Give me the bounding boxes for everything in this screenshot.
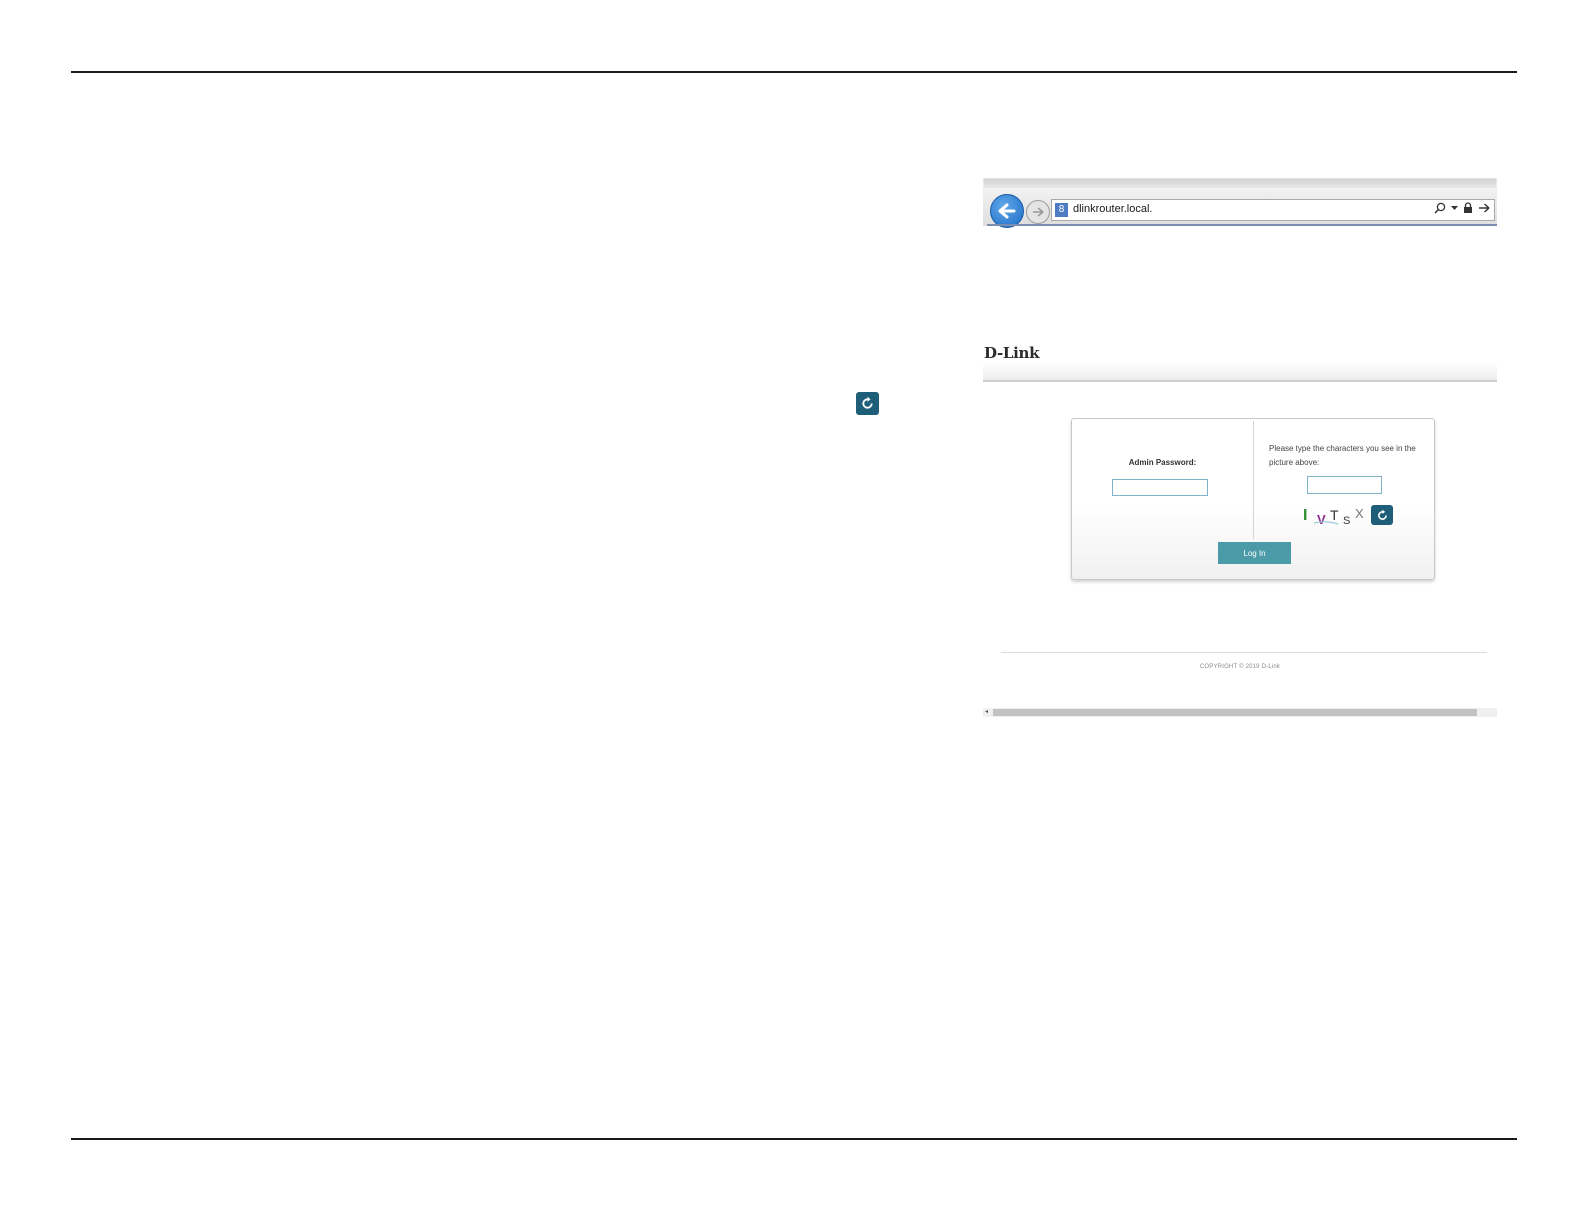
header-band bbox=[983, 362, 1497, 382]
bottom-rule bbox=[71, 1138, 1517, 1140]
dlink-logo: D-Link bbox=[984, 344, 1040, 362]
captcha-input[interactable] bbox=[1307, 476, 1382, 494]
captcha-char: S bbox=[1343, 515, 1350, 527]
captcha-prompt: Please type the characters you see in th… bbox=[1269, 444, 1416, 467]
captcha-refresh-button[interactable] bbox=[1371, 505, 1393, 525]
horizontal-scrollbar[interactable]: ◂ bbox=[983, 708, 1497, 717]
favicon-icon: 8 bbox=[1055, 203, 1068, 217]
login-panel: Admin Password: Please type the characte… bbox=[1071, 418, 1435, 580]
footer-divider bbox=[1001, 652, 1487, 653]
dlink-login-screenshot: D-Link Admin Password: Please type the c… bbox=[983, 340, 1497, 720]
toolbar-bottom-line bbox=[987, 224, 1497, 226]
captcha-char: T bbox=[1330, 507, 1339, 523]
address-bar-icons bbox=[1434, 202, 1490, 214]
back-arrow-icon bbox=[998, 203, 1016, 219]
lock-icon[interactable] bbox=[1463, 202, 1473, 214]
manual-page: 8 dlinkrouter.local. D-Link Admin Passwo… bbox=[0, 0, 1584, 1224]
admin-password-label: Admin Password: bbox=[1128, 458, 1197, 467]
scrollbar-thumb[interactable] bbox=[993, 709, 1477, 716]
address-field[interactable]: 8 dlinkrouter.local. bbox=[1051, 199, 1495, 221]
login-button[interactable]: Log In bbox=[1218, 542, 1291, 564]
panel-divider bbox=[1253, 421, 1254, 539]
url-text: dlinkrouter.local. bbox=[1073, 203, 1153, 215]
copyright-text: COPYRIGHT © 2019 D-Link bbox=[1199, 664, 1281, 670]
forward-button[interactable] bbox=[1026, 200, 1050, 224]
captcha-image: I V T S X bbox=[1303, 506, 1364, 527]
forward-arrow-icon bbox=[1033, 207, 1044, 217]
browser-address-bar-screenshot: 8 dlinkrouter.local. bbox=[983, 178, 1497, 228]
refresh-icon bbox=[856, 392, 879, 415]
go-arrow-icon[interactable] bbox=[1478, 203, 1490, 213]
admin-password-input[interactable] bbox=[1112, 479, 1208, 496]
captcha-char: X bbox=[1355, 506, 1364, 521]
captcha-char: I bbox=[1303, 507, 1307, 524]
top-rule bbox=[71, 71, 1517, 73]
scroll-left-icon[interactable]: ◂ bbox=[985, 708, 988, 717]
back-button[interactable] bbox=[990, 194, 1024, 228]
search-icon[interactable] bbox=[1434, 202, 1446, 214]
captcha-char: V bbox=[1317, 512, 1326, 527]
dropdown-icon[interactable] bbox=[1451, 205, 1458, 211]
refresh-icon bbox=[1377, 509, 1387, 520]
